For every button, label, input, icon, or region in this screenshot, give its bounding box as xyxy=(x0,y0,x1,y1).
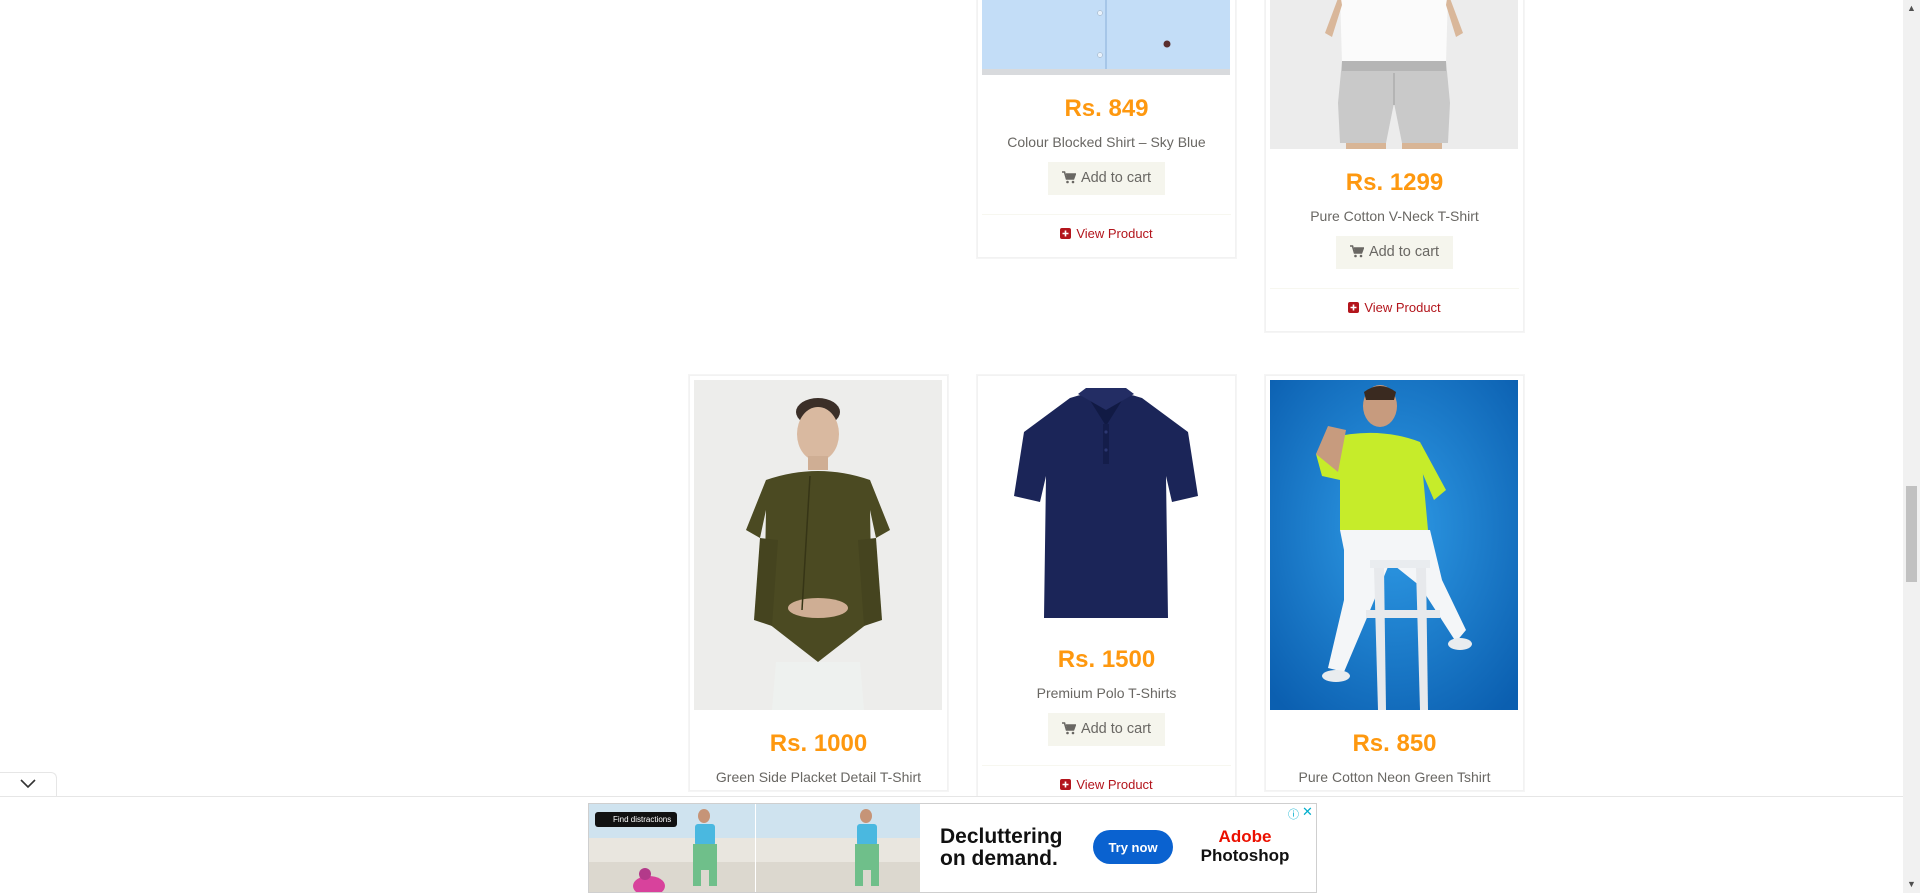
shopping-cart-icon xyxy=(1061,170,1077,188)
product-card: Rs. 1500 Premium Polo T-Shirts Add to ca… xyxy=(977,375,1236,809)
product-price: Rs. 850 xyxy=(1352,730,1437,757)
product-image[interactable] xyxy=(1270,0,1518,149)
ad-headline: Decluttering on demand. xyxy=(940,825,1063,870)
plus-square-icon xyxy=(1348,290,1360,328)
vertical-scrollbar[interactable]: ▲ ▼ xyxy=(1903,0,1920,893)
product-price: Rs. 1500 xyxy=(1057,646,1156,673)
shopping-cart-icon xyxy=(1061,721,1077,739)
product-price: Rs. 1299 xyxy=(1345,169,1444,196)
ad-tag-label: Find distractions xyxy=(595,812,678,827)
add-to-cart-button[interactable]: Add to cart xyxy=(1047,713,1166,746)
product-card: Rs. 850 Pure Cotton Neon Green Tshirt xyxy=(1265,375,1524,791)
view-product-row: View Product xyxy=(1270,288,1519,327)
plus-square-icon xyxy=(1060,216,1072,254)
product-card: Rs. 1299 Pure Cotton V-Neck T-Shirt Add … xyxy=(1265,0,1524,332)
product-name: Pure Cotton Neon Green Tshirt xyxy=(1298,769,1491,785)
shopping-cart-icon xyxy=(1349,244,1365,262)
ad-close-icon[interactable]: ✕ xyxy=(1302,804,1314,819)
chevron-down-icon xyxy=(20,776,36,794)
ad-image xyxy=(756,804,920,892)
product-name: Premium Polo T-Shirts xyxy=(1036,685,1177,701)
scroll-up-arrow-icon[interactable]: ▲ xyxy=(1903,0,1920,17)
product-card: Rs. 849 Colour Blocked Shirt – Sky Blue … xyxy=(977,0,1236,258)
add-to-cart-button[interactable]: Add to cart xyxy=(1335,236,1454,269)
product-name: Pure Cotton V-Neck T-Shirt xyxy=(1310,208,1479,224)
view-product-link[interactable]: View Product xyxy=(1076,777,1152,792)
add-to-cart-button[interactable]: Add to cart xyxy=(1047,162,1166,195)
add-to-cart-label: Add to cart xyxy=(1080,720,1152,737)
ad-brand-line1: Adobe xyxy=(1218,827,1272,846)
ad-info-icon[interactable]: ⓘ xyxy=(1288,806,1300,821)
product-name: Green Side Placket Detail T-Shirt xyxy=(715,769,922,785)
ad-collapse-button[interactable] xyxy=(0,772,57,797)
ad-banner[interactable]: Find distractions Decluttering on demand… xyxy=(588,803,1317,893)
ad-brand-line2: Photoshop xyxy=(1200,846,1290,865)
product-image[interactable] xyxy=(982,0,1230,75)
product-card: Rs. 1000 Green Side Placket Detail T-Shi… xyxy=(689,375,948,791)
product-price: Rs. 1000 xyxy=(769,730,868,757)
add-to-cart-label: Add to cart xyxy=(1368,243,1440,260)
product-image[interactable] xyxy=(694,380,942,710)
view-product-row: View Product xyxy=(982,214,1231,253)
product-image[interactable] xyxy=(982,380,1230,626)
scroll-down-arrow-icon[interactable]: ▼ xyxy=(1903,876,1920,893)
add-to-cart-label: Add to cart xyxy=(1080,169,1152,186)
product-price: Rs. 849 xyxy=(1064,95,1149,122)
product-name: Colour Blocked Shirt – Sky Blue xyxy=(1007,134,1206,150)
try-now-button[interactable]: Try now xyxy=(1093,830,1173,864)
product-image[interactable] xyxy=(1270,380,1518,710)
ad-image: Find distractions xyxy=(589,804,755,892)
view-product-link[interactable]: View Product xyxy=(1076,226,1152,241)
page-viewport: Rs. 849 Colour Blocked Shirt – Sky Blue … xyxy=(0,0,1903,893)
view-product-link[interactable]: View Product xyxy=(1364,300,1440,315)
scrollbar-thumb[interactable] xyxy=(1906,486,1917,582)
